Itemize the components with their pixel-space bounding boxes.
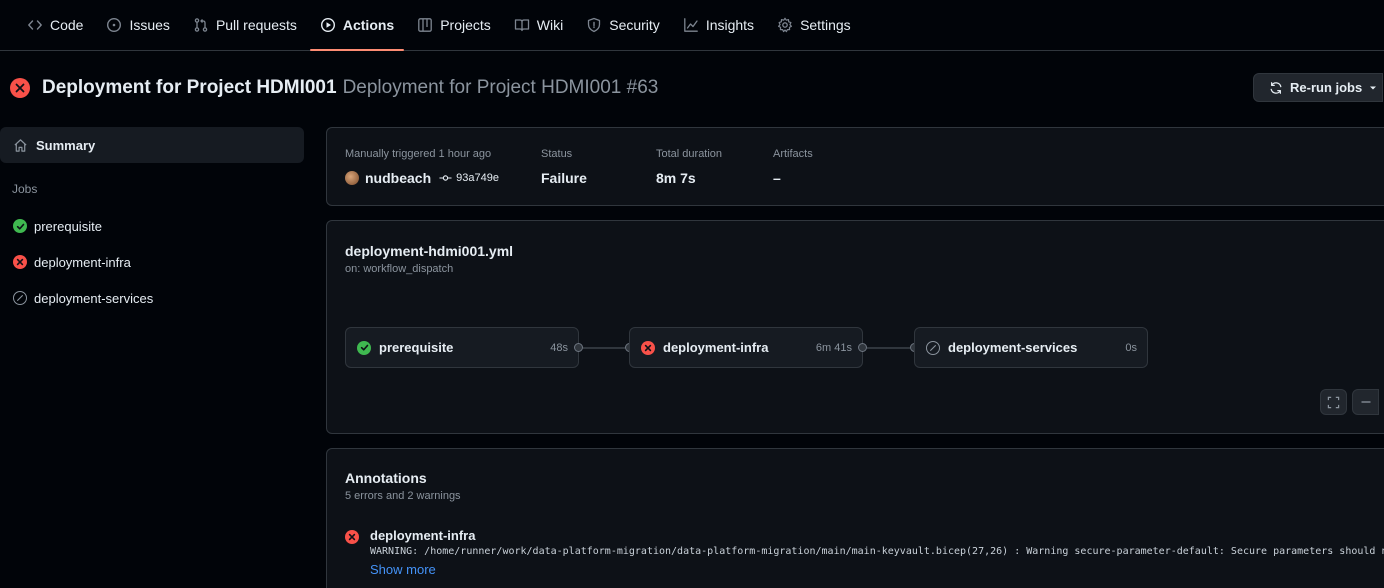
graph-job-name: deployment-infra [663,340,769,355]
zoom-out-button[interactable] [1352,389,1379,415]
skip-icon [13,291,27,305]
commit-link[interactable]: 93a749e [439,172,499,184]
gear-icon [777,17,793,33]
tab-code[interactable]: Code [17,0,93,50]
fullscreen-button[interactable] [1320,389,1347,415]
sidebar-summary-label: Summary [36,137,96,153]
tab-code-label: Code [50,17,84,33]
graph-job-duration: 6m 41s [815,341,852,354]
sidebar-item-summary[interactable]: Summary [0,127,304,163]
workflow-file-name[interactable]: deployment-hdmi001.yml [345,243,513,259]
tab-settings-label: Settings [800,17,851,33]
actor-name[interactable]: nudbeach [365,170,431,186]
sidebar-job-label: deployment-infra [34,254,131,270]
git-pull-request-icon [193,17,209,33]
tab-wiki[interactable]: Wiki [504,0,573,50]
annotation-job[interactable]: deployment-infra [370,528,1384,544]
tab-insights[interactable]: Insights [673,0,764,50]
tab-insights-label: Insights [705,17,755,33]
artifacts-value: – [773,170,781,186]
status-meta: Status Failure [541,148,587,186]
graph-port [574,343,583,352]
graph-job-duration: 48s [550,341,568,354]
tab-pull-requests[interactable]: Pull requests [183,0,307,50]
annotations-count: 5 errors and 2 warnings [345,490,461,502]
graph-job-prerequisite[interactable]: prerequisite 48s [345,327,579,368]
play-icon [320,17,336,33]
sidebar-item-deployment-services[interactable]: deployment-services [0,280,304,316]
x-circle-icon [13,255,27,269]
sidebar-jobs-heading: Jobs [12,182,38,196]
annotations-card: Annotations 5 errors and 2 warnings depl… [326,448,1384,588]
run-title: Deployment for Project HDMI001 #63 [342,77,659,98]
avatar[interactable] [345,171,359,185]
tab-actions[interactable]: Actions [309,0,405,51]
workflow-title[interactable]: Deployment for Project HDMI001 [42,77,337,99]
check-circle-icon [357,340,371,355]
graph-port [858,343,867,352]
check-circle-icon [13,219,27,233]
graph-job-name: prerequisite [379,340,454,355]
rerun-jobs-label: Re-run jobs [1290,80,1363,95]
graph-job-deployment-infra[interactable]: deployment-infra 6m 41s [629,327,863,368]
trigger-meta: Manually triggered 1 hour ago nudbeach 9… [345,148,499,186]
status-label: Status [541,148,573,160]
sidebar-item-prerequisite[interactable]: prerequisite [0,208,304,244]
x-circle-icon [345,530,359,544]
annotation-item: deployment-infra WARNING: /home/runner/w… [345,528,1384,577]
run-sidebar: Summary Jobs prerequisite deployment-inf… [0,127,304,316]
sidebar-item-deployment-infra[interactable]: deployment-infra [0,244,304,280]
sidebar-job-label: prerequisite [34,218,102,234]
artifacts-label: Artifacts [773,148,813,160]
run-summary-card: Manually triggered 1 hour ago nudbeach 9… [326,127,1384,206]
sidebar-job-label: deployment-services [34,290,154,306]
duration-value: 8m 7s [656,170,696,186]
shield-icon [586,17,602,33]
table-icon [417,17,433,33]
caret-down-icon [1369,84,1377,92]
tab-issues[interactable]: Issues [96,0,179,50]
duration-label: Total duration [656,148,723,160]
graph-connector [583,347,625,349]
artifacts-meta: Artifacts – [773,148,813,186]
tab-security-label: Security [609,17,660,33]
home-icon [13,138,28,153]
graph-icon [683,17,699,33]
tab-projects-label: Projects [440,17,491,33]
annotation-message: WARNING: /home/runner/work/data-platform… [370,546,1384,557]
tab-pull-requests-label: Pull requests [215,17,297,33]
graph-connector [867,347,910,349]
duration-meta: Total duration 8m 7s [656,148,722,186]
graph-job-deployment-services[interactable]: deployment-services 0s [914,327,1148,368]
graph-job-duration: 0s [1125,341,1137,354]
dash-icon [1360,396,1372,408]
rerun-jobs-button[interactable]: Re-run jobs [1253,73,1383,102]
status-value: Failure [541,170,587,186]
tab-actions-label: Actions [342,17,395,33]
annotations-title: Annotations [345,470,427,486]
repo-nav: Code Issues Pull requests Actions Projec… [0,0,1384,51]
book-icon [514,17,530,33]
tab-issues-label: Issues [129,17,170,33]
run-title-row: Deployment for Project HDMI001 Deploymen… [10,72,658,104]
workflow-graph-card: deployment-hdmi001.yml on: workflow_disp… [326,220,1384,434]
screen-full-icon [1327,396,1340,409]
sync-icon [1269,81,1283,95]
commit-sha: 93a749e [456,172,499,184]
failure-status-icon [10,78,30,98]
trigger-label: Manually triggered 1 hour ago [345,148,492,160]
show-more-link[interactable]: Show more [370,562,436,577]
tab-security[interactable]: Security [576,0,670,50]
workflow-trigger: on: workflow_dispatch [345,263,454,275]
x-circle-icon [641,340,655,355]
issue-opened-icon [106,17,122,33]
code-icon [27,17,43,33]
tab-projects[interactable]: Projects [407,0,501,50]
skip-icon [926,340,940,355]
tab-settings[interactable]: Settings [767,0,861,50]
git-commit-icon [439,173,452,183]
graph-job-name: deployment-services [948,340,1078,355]
tab-wiki-label: Wiki [536,17,564,33]
